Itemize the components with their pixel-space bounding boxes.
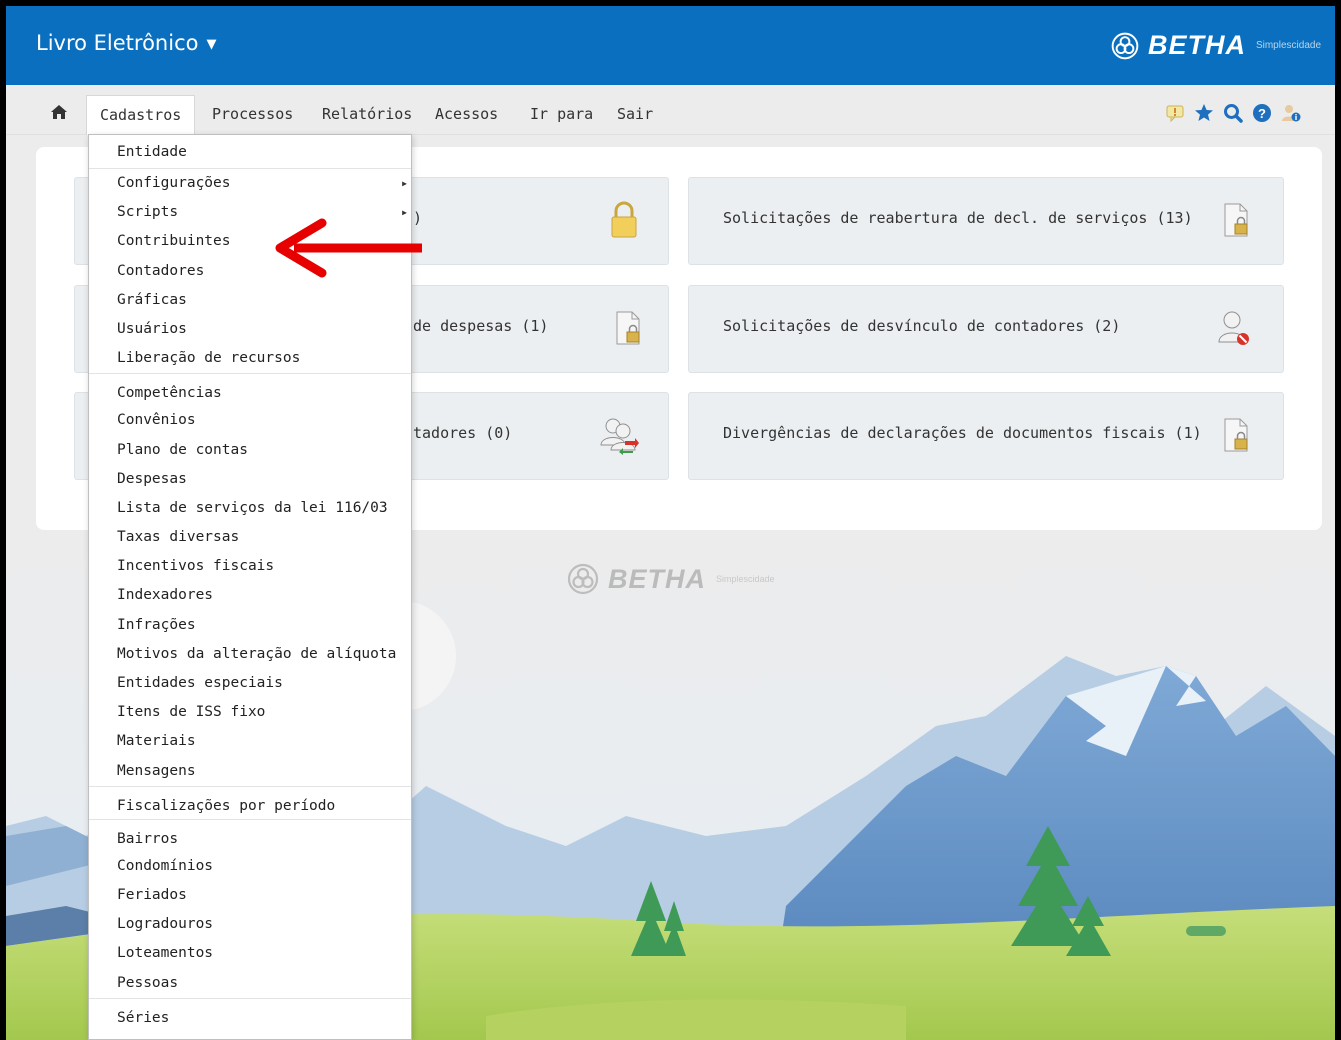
- menu-item-incentivos-fiscais[interactable]: Incentivos fiscais: [89, 552, 411, 581]
- tile-label: tadores (0): [413, 424, 513, 442]
- menu-item-entidades-especiais[interactable]: Entidades especiais: [89, 669, 411, 698]
- menu-item-liberacao-de-recursos[interactable]: Liberação de recursos: [89, 344, 411, 373]
- app-window: BETHA Simplescidade Livro Eletrônico ▼ BE…: [6, 6, 1335, 1040]
- betha-logo-icon: [1111, 32, 1139, 59]
- menu-item-condominios[interactable]: Condomínios: [89, 852, 411, 881]
- home-icon[interactable]: [50, 104, 68, 120]
- nav-ir-para[interactable]: Ir para: [517, 95, 606, 135]
- watermark-name: BETHA: [608, 563, 706, 594]
- lock-icon: [611, 201, 637, 238]
- submenu-caret-icon: ▶: [402, 179, 407, 188]
- menu-item-fiscalizacoes-por-periodo[interactable]: Fiscalizações por período: [89, 785, 411, 819]
- tile-5[interactable]: Divergências de declarações de documento…: [688, 392, 1284, 480]
- chevron-down-icon: ▼: [206, 36, 217, 52]
- menu-item-configuracoes[interactable]: Configurações ▶: [89, 169, 411, 198]
- menu-item-graficas[interactable]: Gráficas: [89, 286, 411, 315]
- menu-item-feriados[interactable]: Feriados: [89, 881, 411, 910]
- menu-item-loteamentos[interactable]: Loteamentos: [89, 939, 411, 968]
- search-icon[interactable]: [1223, 103, 1243, 123]
- menu-item-bairros[interactable]: Bairros: [89, 818, 411, 852]
- menu-item-materiais[interactable]: Materiais: [89, 727, 411, 756]
- brand-sub-a: Simples: [1255, 40, 1292, 51]
- watermark-sub-b: cidade: [748, 574, 775, 584]
- user-info-icon[interactable]: [1281, 103, 1301, 123]
- app-title-menu[interactable]: Livro Eletrônico ▼: [36, 31, 216, 55]
- menu-item-mensagens[interactable]: Mensagens: [89, 757, 411, 786]
- menu-item-label: Scripts: [117, 204, 179, 221]
- menu-item-label: Configurações: [117, 175, 231, 191]
- tile-label: Divergências de declarações de documento…: [723, 424, 1202, 442]
- brand-sub-b: cidade: [1291, 40, 1321, 51]
- nav-relatorios[interactable]: Relatórios: [309, 95, 425, 135]
- tile-label: de despesas (1): [413, 317, 549, 335]
- nav-cadastros[interactable]: Cadastros: [86, 95, 196, 135]
- tile-3[interactable]: Solicitações de desvínculo de contadores…: [688, 285, 1284, 373]
- top-header: Livro Eletrônico ▼ BETHA Simplescidade: [6, 6, 1335, 85]
- document-lock-icon: [1224, 203, 1248, 237]
- menu-item-convenios[interactable]: Convênios: [89, 406, 411, 435]
- document-lock-icon: [616, 311, 640, 345]
- menu-item-series[interactable]: Séries: [89, 997, 411, 1031]
- menu-item-indexadores[interactable]: Indexadores: [89, 581, 411, 610]
- users-transfer-icon: [600, 418, 639, 455]
- notice-icon[interactable]: [1165, 103, 1185, 123]
- user-remove-icon: [1218, 311, 1249, 345]
- brand-sub: Simplescidade: [1256, 40, 1321, 51]
- menu-item-entidade[interactable]: Entidade: [89, 135, 411, 169]
- menu-item-despesas[interactable]: Despesas: [89, 465, 411, 494]
- help-icon[interactable]: ?: [1252, 103, 1272, 123]
- annotation-arrow-icon: [275, 218, 422, 278]
- menu-item-competencias[interactable]: Competências: [89, 373, 411, 406]
- nav-acessos[interactable]: Acessos: [422, 95, 511, 135]
- tile-1[interactable]: Solicitações de reabertura de decl. de s…: [688, 177, 1284, 265]
- menu-item-plano-de-contas[interactable]: Plano de contas: [89, 436, 411, 465]
- menu-item-itens-iss-fixo[interactable]: Itens de ISS fixo: [89, 698, 411, 727]
- menu-item-pessoas[interactable]: Pessoas: [89, 969, 411, 998]
- betha-logo-icon: [567, 563, 599, 595]
- nav-processos[interactable]: Processos: [199, 95, 306, 135]
- tile-label: Solicitações de reabertura de decl. de s…: [723, 209, 1193, 227]
- star-icon[interactable]: [1194, 103, 1214, 123]
- watermark-sub-a: Simples: [716, 574, 749, 584]
- svg-text:?: ?: [1258, 106, 1266, 121]
- watermark-sub: Simplescidade: [716, 574, 775, 584]
- menu-item-motivos-alteracao-aliquota[interactable]: Motivos da alteração de alíquota: [89, 640, 411, 669]
- tile-label: Solicitações de desvínculo de contadores…: [723, 317, 1121, 335]
- app-title: Livro Eletrônico: [36, 31, 199, 55]
- menu-item-usuarios[interactable]: Usuários: [89, 315, 411, 344]
- document-lock-icon: [1224, 418, 1248, 452]
- menu-item-infracoes[interactable]: Infrações: [89, 611, 411, 640]
- menu-item-taxas-diversas[interactable]: Taxas diversas: [89, 523, 411, 552]
- menu-item-logradouros[interactable]: Logradouros: [89, 910, 411, 939]
- brand-name: BETHA: [1147, 30, 1246, 60]
- brand-logo: BETHA Simplescidade: [1110, 30, 1321, 61]
- betha-watermark: BETHA Simplescidade: [566, 562, 775, 596]
- toolbar-icons: ?: [1165, 103, 1301, 123]
- menu-item-lista-de-servicos[interactable]: Lista de serviços da lei 116/03: [89, 494, 411, 523]
- nav-sair[interactable]: Sair: [604, 95, 666, 135]
- main-nav: Cadastros Processos Relatórios Acessos I…: [6, 85, 1335, 135]
